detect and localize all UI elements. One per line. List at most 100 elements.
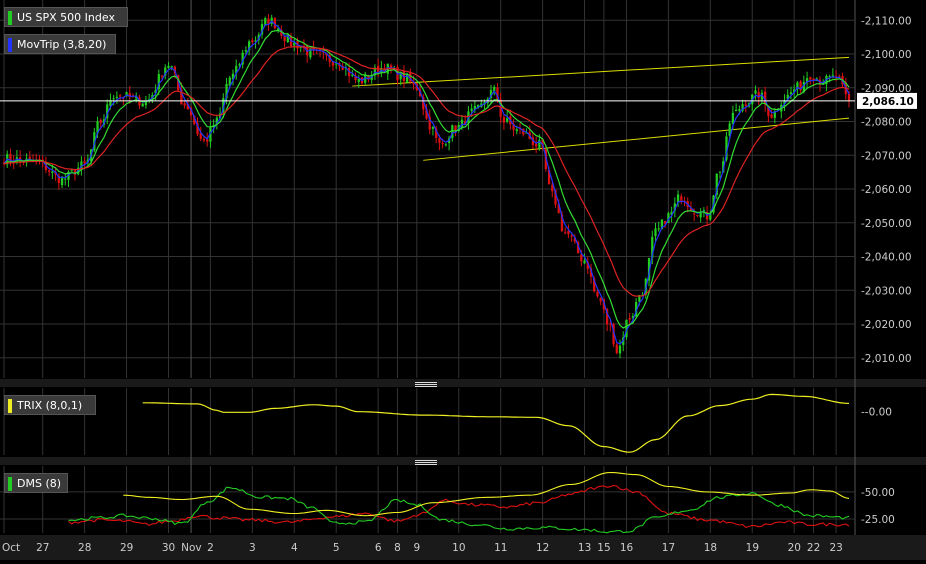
green-bar-icon bbox=[8, 11, 12, 25]
blue-bar-icon bbox=[8, 38, 12, 52]
candle-body bbox=[51, 171, 54, 173]
candle-body bbox=[160, 75, 164, 77]
candle-body bbox=[64, 178, 67, 180]
dms-legend[interactable]: DMS (8) bbox=[4, 473, 68, 493]
movtrip-legend-label: MovTrip (3,8,20) bbox=[17, 38, 107, 51]
time-tick-label: Oct bbox=[2, 542, 20, 554]
candle-body bbox=[567, 231, 570, 235]
time-tick-label: 20 bbox=[788, 542, 801, 554]
time-tick-label: Nov bbox=[181, 542, 202, 554]
candle-body bbox=[596, 291, 599, 297]
time-tick-label: 27 bbox=[36, 542, 49, 554]
grip-lines-icon[interactable] bbox=[415, 460, 437, 466]
candle-body bbox=[99, 120, 102, 123]
current-price-label: 2,086.10 bbox=[862, 96, 914, 108]
candle-body bbox=[696, 214, 699, 216]
chart-canvas[interactable]: 2,086.10 -2,010.00-2,020.00-2,030.00-2,0… bbox=[0, 0, 926, 560]
time-tick-label: 9 bbox=[414, 542, 421, 554]
grid-lines bbox=[0, 0, 926, 560]
time-tick-label: 23 bbox=[829, 542, 842, 554]
candle-body bbox=[618, 345, 622, 354]
candle-body bbox=[357, 78, 360, 82]
candle-body bbox=[615, 344, 618, 354]
time-tick-label: 11 bbox=[494, 542, 507, 554]
candle-body bbox=[112, 98, 115, 100]
candle-body bbox=[744, 104, 747, 106]
adx-line bbox=[123, 471, 850, 517]
candle-body bbox=[515, 129, 518, 132]
candle-body bbox=[809, 77, 812, 80]
candle-body bbox=[680, 196, 683, 201]
candle-body bbox=[470, 108, 473, 111]
candle-body bbox=[599, 298, 602, 302]
candle-body bbox=[444, 144, 447, 146]
time-tick-label: 22 bbox=[807, 542, 820, 554]
time-tick-label: 12 bbox=[536, 542, 549, 554]
time-tick-label: 3 bbox=[249, 542, 256, 554]
candle-body bbox=[202, 139, 206, 141]
trix-tick-label: --0.00 bbox=[861, 407, 892, 419]
candle-body bbox=[183, 103, 186, 106]
price-tick-label: -2,110.00 bbox=[861, 15, 912, 27]
candle-body bbox=[83, 161, 86, 164]
price-tick-label: -2,020.00 bbox=[861, 319, 912, 331]
time-tick-label: 16 bbox=[620, 542, 634, 554]
movtrip-legend[interactable]: MovTrip (3,8,20) bbox=[4, 34, 116, 54]
candle-body bbox=[502, 117, 506, 123]
candle-body bbox=[70, 170, 73, 172]
candle-body bbox=[167, 65, 170, 68]
candle-body bbox=[789, 92, 793, 95]
time-tick-label: 19 bbox=[746, 542, 759, 554]
trix-legend[interactable]: TRIX (8,0,1) bbox=[4, 395, 96, 415]
candle-body bbox=[657, 228, 660, 230]
pane-separator bbox=[0, 457, 926, 465]
candle-body bbox=[734, 109, 738, 112]
trix-pane bbox=[142, 393, 850, 453]
candle-body bbox=[847, 93, 851, 101]
price-tick-label: -2,070.00 bbox=[861, 150, 912, 162]
candle-body bbox=[244, 50, 248, 52]
candle-body bbox=[431, 127, 435, 129]
price-tick-label: -2,040.00 bbox=[861, 252, 912, 264]
price-tick-label: -2,060.00 bbox=[861, 184, 912, 196]
candle-body bbox=[118, 95, 122, 97]
green-bar-icon bbox=[8, 477, 12, 491]
candle-body bbox=[115, 96, 119, 98]
trix-legend-label: TRIX (8,0,1) bbox=[17, 399, 83, 412]
price-tick-label: -2,010.00 bbox=[861, 353, 912, 365]
candle-body bbox=[48, 170, 51, 172]
time-tick-label: 4 bbox=[291, 542, 298, 554]
moving-average-lines bbox=[3, 20, 850, 345]
price-tick-label: -2,030.00 bbox=[861, 285, 912, 297]
candle-body bbox=[438, 138, 441, 143]
candle-body bbox=[693, 213, 696, 215]
price-tick-label: -2,090.00 bbox=[861, 83, 912, 95]
chart-window: 2,086.10 -2,010.00 -2,020.00 -2,030.00 -2,0… bbox=[0, 0, 926, 560]
grip-lines-icon[interactable] bbox=[415, 382, 437, 388]
time-tick-label: 5 bbox=[333, 542, 340, 554]
time-tick-label: 17 bbox=[662, 542, 675, 554]
time-tick-label: 8 bbox=[394, 542, 401, 554]
candle-body bbox=[141, 103, 144, 107]
yellow-bar-icon bbox=[8, 399, 12, 413]
price-legend-label: US SPX 500 Index bbox=[17, 11, 115, 24]
axis-labels: -2,010.00 -2,020.00 -2,030.00 -2,040.00 -2,0… bbox=[2, 15, 912, 554]
time-tick-label: 13 bbox=[578, 542, 591, 554]
candle-body bbox=[718, 171, 722, 173]
candle-body bbox=[570, 235, 573, 237]
candle-body bbox=[505, 118, 509, 122]
candle-body bbox=[251, 40, 254, 43]
dms-tick-label: -50.00 bbox=[861, 487, 895, 499]
price-legend[interactable]: US SPX 500 Index bbox=[4, 7, 128, 27]
candle-body bbox=[451, 125, 454, 139]
candle-body bbox=[28, 156, 31, 159]
candle-body bbox=[754, 90, 757, 94]
candle-body bbox=[564, 232, 567, 234]
dms-tick-label: -25.00 bbox=[861, 514, 895, 526]
candle-body bbox=[441, 143, 444, 145]
candle-body bbox=[60, 176, 64, 186]
channel-line bbox=[352, 56, 850, 87]
time-tick-label: 28 bbox=[78, 542, 91, 554]
channel-line bbox=[423, 117, 850, 161]
time-tick-label: 18 bbox=[704, 542, 717, 554]
